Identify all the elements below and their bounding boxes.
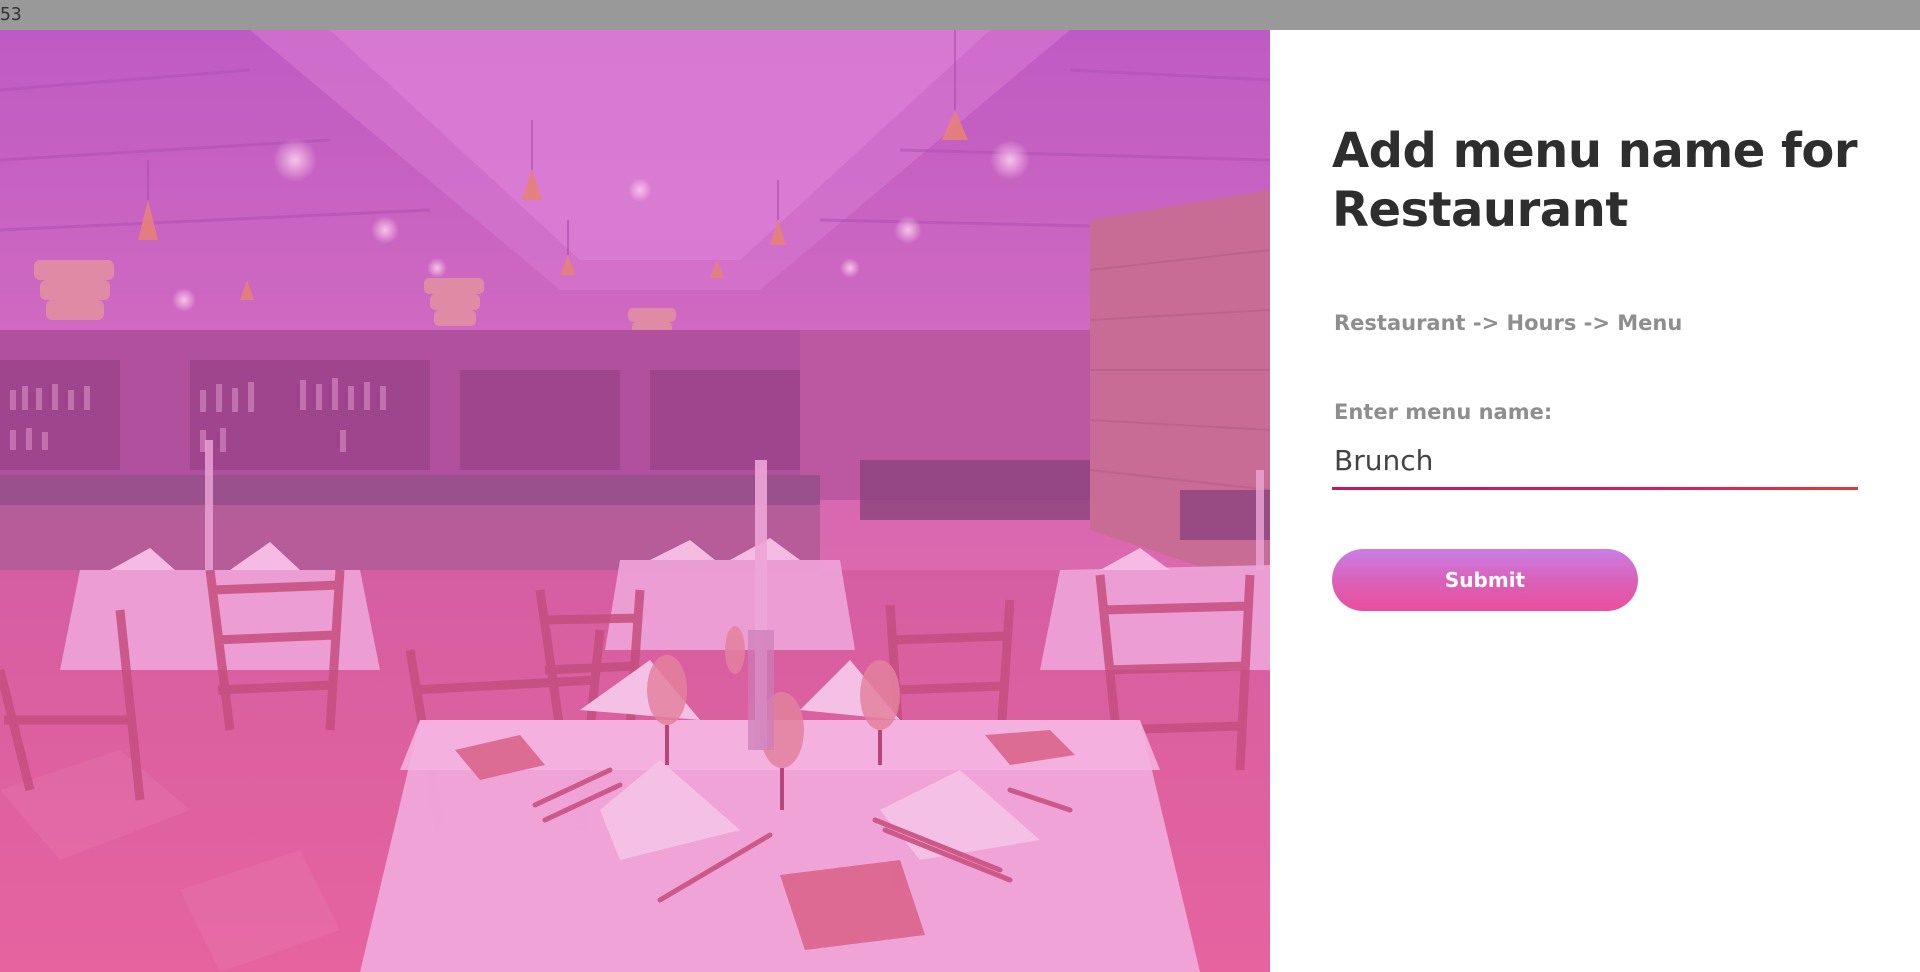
top-status-bar: 53 xyxy=(0,0,1920,30)
restaurant-hero-image xyxy=(0,30,1270,972)
menu-name-input-underline xyxy=(1332,487,1858,490)
menu-name-input[interactable] xyxy=(1332,436,1860,484)
submit-button[interactable]: Submit xyxy=(1332,549,1638,611)
breadcrumb: Restaurant -> Hours -> Menu xyxy=(1334,311,1683,335)
page-title: Add menu name for Restaurant xyxy=(1332,123,1858,238)
menu-name-field-group xyxy=(1332,436,1860,490)
top-bar-counter: 53 xyxy=(0,4,22,25)
menu-name-label: Enter menu name: xyxy=(1334,400,1553,424)
restaurant-scene-illustration xyxy=(0,30,1270,972)
menu-name-form-panel: Add menu name for Restaurant Restaurant … xyxy=(1270,30,1920,972)
